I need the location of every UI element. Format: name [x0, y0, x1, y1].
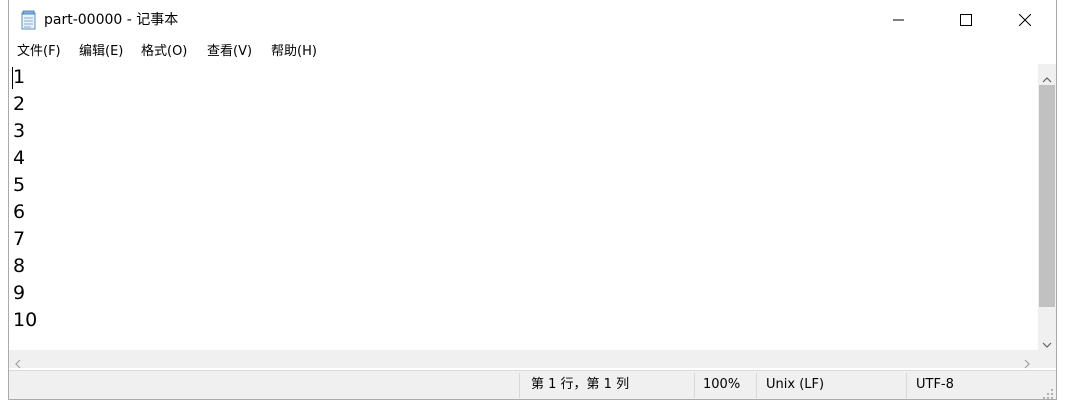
editor-line: 1	[13, 66, 26, 88]
minimize-button[interactable]	[876, 0, 922, 40]
editor-line: 8	[13, 255, 26, 277]
editor-line: 4	[13, 147, 26, 169]
vertical-scroll-thumb[interactable]	[1039, 85, 1055, 307]
editor-line: 3	[13, 120, 26, 142]
maximize-button[interactable]	[943, 0, 989, 40]
status-bar: 第 1 行，第 1 列 100% Unix (LF) UTF-8	[9, 370, 1056, 399]
status-line-ending: Unix (LF)	[766, 377, 825, 392]
vertical-scrollbar[interactable]	[1038, 64, 1056, 350]
text-editor[interactable]: 1 2 3 4 5 6 7 8 9 10	[9, 64, 1038, 350]
menu-bar: 文件(F) 编辑(E) 格式(O) 查看(V) 帮助(H)	[9, 40, 1056, 64]
status-zoom: 100%	[703, 377, 741, 392]
minimize-icon	[893, 19, 904, 21]
menu-edit[interactable]: 编辑(E)	[79, 43, 123, 61]
menu-view[interactable]: 查看(V)	[207, 43, 252, 61]
editor-line: 5	[13, 174, 26, 196]
status-divider	[756, 373, 757, 398]
status-divider	[694, 373, 695, 398]
editor-line: 7	[13, 228, 26, 250]
title-bar[interactable]: part-00000 - 记事本	[9, 0, 1056, 40]
notepad-window: part-00000 - 记事本 文件(F) 编辑(E) 格式(O) 查看(V)…	[8, 0, 1057, 400]
window-title: part-00000 - 记事本	[44, 12, 179, 28]
status-cursor-position: 第 1 行，第 1 列	[531, 377, 630, 392]
notepad-icon[interactable]	[20, 10, 38, 30]
maximize-icon	[960, 14, 972, 26]
menu-file[interactable]: 文件(F)	[17, 43, 61, 61]
editor-line: 6	[13, 201, 26, 223]
scrollbar-corner	[1038, 350, 1056, 368]
editor-line: 9	[13, 282, 26, 304]
menu-format[interactable]: 格式(O)	[141, 43, 187, 61]
status-encoding: UTF-8	[916, 377, 954, 392]
editor-line: 2	[13, 93, 26, 115]
editor-line: 10	[13, 309, 38, 331]
horizontal-scrollbar[interactable]	[9, 350, 1038, 369]
menu-help[interactable]: 帮助(H)	[271, 43, 317, 61]
close-icon	[1019, 14, 1031, 26]
resize-grip-icon[interactable]	[1042, 385, 1054, 399]
close-button[interactable]	[1002, 0, 1048, 40]
status-divider	[519, 373, 520, 398]
status-divider	[906, 373, 907, 398]
